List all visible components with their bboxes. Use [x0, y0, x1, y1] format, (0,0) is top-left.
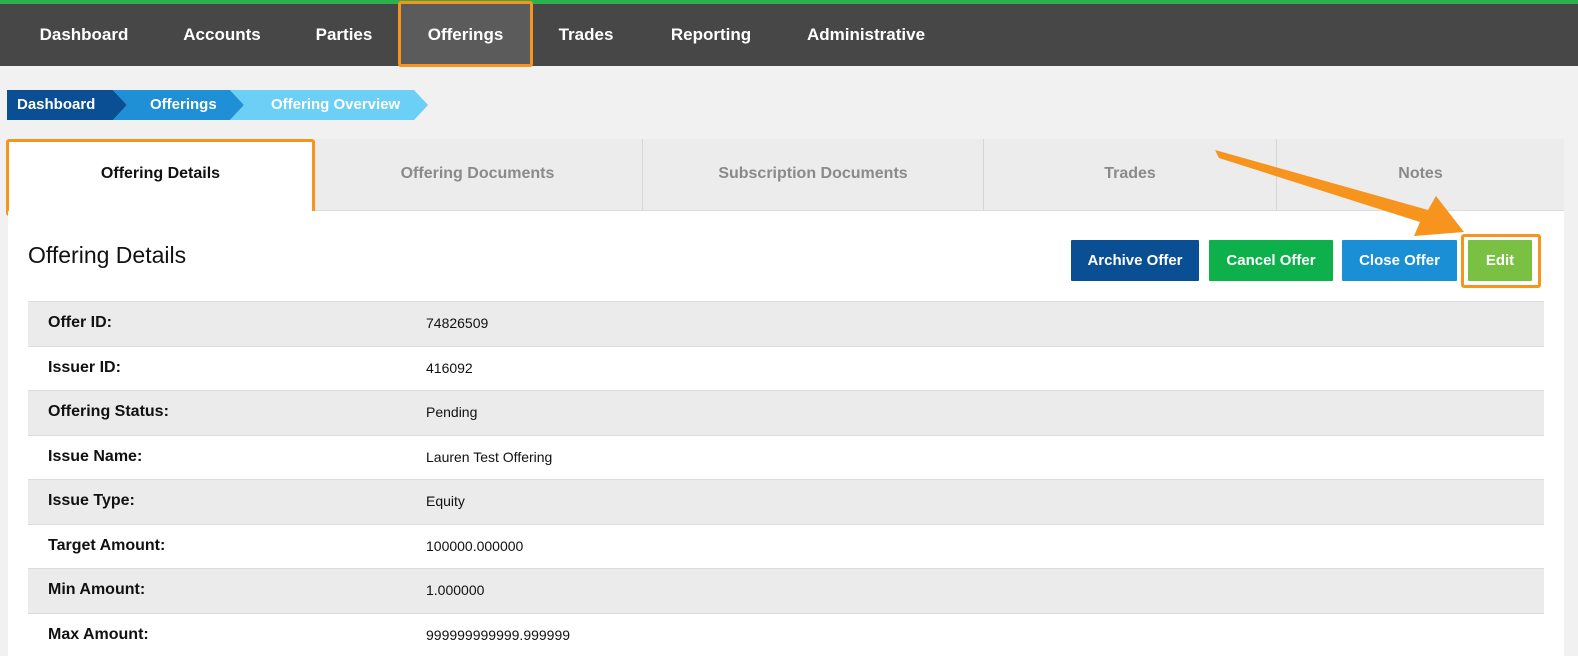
nav-offerings[interactable]: Offerings	[400, 4, 531, 66]
detail-key: Issue Name:	[48, 447, 143, 465]
nav-accounts[interactable]: Accounts	[170, 4, 274, 66]
breadcrumb-label: Offerings	[150, 96, 217, 113]
table-row: Target Amount: 100000.000000	[28, 523, 1544, 569]
nav-dashboard[interactable]: Dashboard	[22, 4, 146, 66]
panel-title: Offering Details	[28, 242, 187, 268]
tab-bar: Offering Details Offering Documents Subs…	[8, 139, 1564, 212]
top-nav: Dashboard Accounts Parties Offerings Tra…	[0, 0, 1578, 66]
nav-administrative[interactable]: Administrative	[792, 4, 940, 66]
table-row: Max Amount: 999999999999.999999	[28, 612, 1544, 656]
table-row: Issue Name: Lauren Test Offering	[28, 434, 1544, 480]
nav-reporting[interactable]: Reporting	[652, 4, 770, 66]
table-row: Offering Status: Pending	[28, 390, 1544, 435]
breadcrumb-offerings[interactable]: Offerings	[113, 90, 244, 120]
breadcrumb-label: Dashboard	[17, 96, 96, 113]
archive-offer-button[interactable]: Archive Offer	[1071, 240, 1199, 281]
table-row: Issuer ID: 416092	[28, 345, 1544, 391]
tab-offering-documents[interactable]: Offering Documents	[313, 139, 643, 210]
detail-value: Pending	[426, 404, 478, 420]
detail-key: Min Amount:	[48, 581, 146, 598]
detail-value: 74826509	[426, 315, 489, 331]
nav-parties[interactable]: Parties	[297, 4, 391, 66]
detail-value: 416092	[426, 359, 473, 376]
detail-value: 100000.000000	[426, 537, 524, 554]
table-row: Min Amount: 1.000000	[28, 568, 1544, 613]
close-offer-button[interactable]: Close Offer	[1342, 240, 1457, 281]
nav-trades[interactable]: Trades	[541, 4, 631, 66]
tab-trades[interactable]: Trades	[984, 139, 1277, 210]
table-row: Offer ID: 74826509	[28, 301, 1544, 346]
detail-key: Offering Status:	[48, 403, 169, 420]
cancel-offer-button[interactable]: Cancel Offer	[1209, 240, 1333, 281]
detail-key: Offer ID:	[48, 314, 112, 331]
tab-notes[interactable]: Notes	[1277, 139, 1564, 210]
detail-key: Target Amount:	[48, 536, 166, 554]
breadcrumb-label: Offering Overview	[271, 96, 401, 113]
detail-key: Max Amount:	[48, 625, 149, 643]
breadcrumb-offering-overview[interactable]: Offering Overview	[230, 90, 428, 120]
tab-subscription-documents[interactable]: Subscription Documents	[643, 139, 984, 210]
detail-key: Issue Type:	[48, 492, 135, 509]
detail-value: 999999999999.999999	[426, 626, 571, 643]
tab-offering-details[interactable]: Offering Details	[8, 139, 313, 212]
offering-details-panel: Offering Details Archive Offer Cancel Of…	[8, 211, 1564, 656]
details-table: Offer ID: 74826509 Issuer ID: 416092 Off…	[28, 301, 1544, 656]
table-row: Issue Type: Equity	[28, 479, 1544, 524]
detail-value: Equity	[426, 493, 465, 509]
detail-key: Issuer ID:	[48, 358, 121, 376]
breadcrumb-dashboard[interactable]: Dashboard	[7, 90, 127, 120]
detail-value: Lauren Test Offering	[426, 448, 553, 465]
detail-value: 1.000000	[426, 582, 485, 598]
edit-button[interactable]: Edit	[1468, 240, 1532, 281]
